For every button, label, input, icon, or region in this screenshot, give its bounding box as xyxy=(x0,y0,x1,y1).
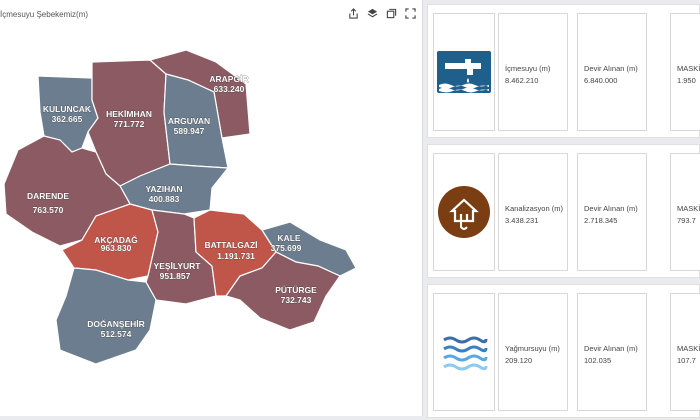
metric-devir: Devir Alınan (m) 6.840.000 xyxy=(577,13,647,131)
district-value-arapgir: 633.240 xyxy=(214,84,245,94)
district-label-arapgir: ARAPGİR xyxy=(209,74,248,84)
card-yagmursuyu: Yağmursuyu (m) 209.120 Devir Alınan (m) … xyxy=(427,284,700,418)
district-value-kale: 375.699 xyxy=(271,243,302,253)
district-label-kuluncak: KULUNCAK xyxy=(43,104,92,114)
district-value-yesilyurt: 951.857 xyxy=(160,271,191,281)
district-dogansehir[interactable] xyxy=(55,267,157,365)
map-title: İçmesuyu Şebekemiz(m) xyxy=(0,10,89,19)
share-icon[interactable] xyxy=(348,8,359,19)
metric-total: Yağmursuyu (m) 209.120 xyxy=(498,293,568,411)
district-label-puturge: PÜTÜRGE xyxy=(275,285,317,295)
layers-icon[interactable] xyxy=(367,8,378,19)
metric-label: Devir Alınan (m) xyxy=(584,204,638,213)
district-value-darende: 763.570 xyxy=(33,205,64,215)
card-icmesuyu: İçmesuyu (m) 8.462.210 Devir Alınan (m) … xyxy=(427,4,700,138)
metric-label: MASKİ xyxy=(677,344,700,353)
rain-waves-icon xyxy=(443,336,488,371)
metric-label: MASKİ xyxy=(677,204,700,213)
district-label-arguvan: ARGUVAN xyxy=(168,116,210,126)
district-value-akcadag: 963.830 xyxy=(101,243,132,253)
district-label-darende: DARENDE xyxy=(27,191,69,201)
copy-icon[interactable] xyxy=(386,8,397,19)
district-value-yazihan: 400.883 xyxy=(149,194,180,204)
metric-value: 2.718.345 xyxy=(584,216,618,225)
metric-value: 1.950 xyxy=(677,76,696,85)
metric-label: Kanalizasyon (m) xyxy=(505,204,563,213)
metric-maski: MASKİ 107.7 xyxy=(670,293,700,411)
metric-value: 793.7 xyxy=(677,216,696,225)
metric-label: Yağmursuyu (m) xyxy=(505,344,560,353)
metric-label: Devir Alınan (m) xyxy=(584,344,638,353)
district-label-yesilyurt: YEŞİLYURT xyxy=(154,261,202,271)
metric-total: İçmesuyu (m) 8.462.210 xyxy=(498,13,568,131)
district-label-dogansehir: DOĞANŞEHİR xyxy=(87,318,145,329)
metric-value: 209.120 xyxy=(505,356,533,365)
district-value-hekimhan: 771.772 xyxy=(114,119,145,129)
metric-label: İçmesuyu (m) xyxy=(505,64,551,73)
sewer-house-icon xyxy=(438,186,490,238)
card-kanalizasyon: Kanalizasyon (m) 3.438.231 Devir Alınan … xyxy=(427,144,700,278)
district-value-kuluncak: 362.665 xyxy=(52,114,83,124)
district-map: KULUNCAK 362.665 HEKİMHAN 771.772 ARAPGİ… xyxy=(3,49,357,365)
icon-box xyxy=(433,13,495,131)
metric-label: MASKİ xyxy=(677,64,700,73)
metric-value: 107.7 xyxy=(677,356,696,365)
metric-label: Devir Alınan (m) xyxy=(584,64,638,73)
metric-value: 102.035 xyxy=(584,356,612,365)
metric-devir: Devir Alınan (m) 2.718.345 xyxy=(577,153,647,271)
water-tap-icon xyxy=(437,51,491,93)
district-value-battalgazi: 1.191.731 xyxy=(217,251,255,261)
map-panel: KULUNCAK 362.665 HEKİMHAN 771.772 ARAPGİ… xyxy=(0,0,423,416)
metric-value: 6.840.000 xyxy=(584,76,618,85)
metric-total: Kanalizasyon (m) 3.438.231 xyxy=(498,153,568,271)
district-label-yazihan: YAZIHAN xyxy=(146,184,183,194)
metric-value: 8.462.210 xyxy=(505,76,539,85)
metric-value: 3.438.231 xyxy=(505,216,539,225)
district-label-kale: KALE xyxy=(277,233,300,243)
district-value-puturge: 732.743 xyxy=(281,295,312,305)
metric-maski: MASKİ 1.950 xyxy=(670,13,700,131)
icon-box xyxy=(433,293,495,411)
expand-icon[interactable] xyxy=(405,8,416,19)
metric-devir: Devir Alınan (m) 102.035 xyxy=(577,293,647,411)
map-toolbar xyxy=(348,8,416,19)
icon-box xyxy=(433,153,495,271)
district-label-battalgazi: BATTALGAZİ xyxy=(204,240,257,250)
district-value-arguvan: 589.947 xyxy=(174,126,205,136)
district-value-dogansehir: 512.574 xyxy=(101,329,132,339)
district-label-hekimhan: HEKİMHAN xyxy=(106,109,152,119)
metric-maski: MASKİ 793.7 xyxy=(670,153,700,271)
